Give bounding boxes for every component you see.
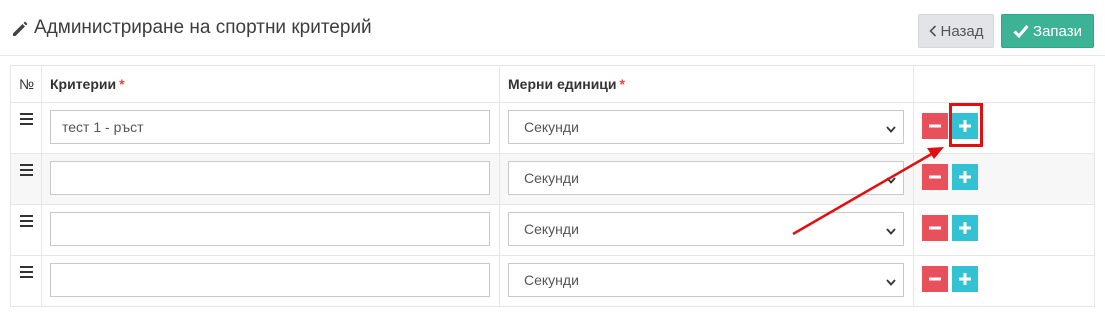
check-icon (1013, 24, 1029, 38)
unit-select[interactable]: Секунди (508, 161, 904, 195)
add-row-button[interactable] (952, 164, 978, 190)
chevron-down-icon (885, 275, 897, 287)
drag-handle-icon[interactable] (20, 215, 33, 227)
back-button-label: Назад (940, 22, 984, 40)
unit-select[interactable]: Секунди (508, 263, 904, 297)
column-header-actions (913, 65, 1095, 103)
drag-handle-icon[interactable] (20, 113, 33, 125)
annotation-highlight-box (949, 103, 983, 147)
remove-row-button[interactable] (922, 266, 948, 292)
chevron-down-icon (885, 224, 897, 236)
add-row-button[interactable] (952, 215, 978, 241)
unit-select[interactable]: Секунди (508, 212, 904, 246)
criterion-input[interactable] (50, 161, 490, 195)
column-header-criteria: Критерии * (41, 65, 500, 103)
table-row: Секунди (10, 102, 1095, 154)
criterion-input[interactable] (50, 263, 490, 297)
remove-row-button[interactable] (922, 164, 948, 190)
criteria-table: № Критерии* Мерни единици* Секунди Секун… (10, 65, 1095, 307)
chevron-left-icon (928, 25, 937, 37)
column-header-units: Мерни единици * (499, 65, 914, 103)
remove-row-button[interactable] (922, 113, 948, 139)
table-row: Секунди (10, 204, 1095, 256)
add-row-button[interactable] (952, 266, 978, 292)
table-row: Секунди (10, 255, 1095, 307)
pencil-icon (10, 18, 30, 38)
chevron-down-icon (885, 173, 897, 185)
drag-handle-icon[interactable] (20, 266, 33, 278)
table-row: Секунди (10, 153, 1095, 205)
back-button[interactable]: Назад (918, 14, 994, 48)
save-button-label: Запази (1033, 22, 1082, 40)
criterion-input[interactable] (50, 212, 490, 246)
page-title-text: Администриране на спортни критерий (34, 17, 372, 38)
required-mark: * (619, 76, 625, 92)
chevron-down-icon (885, 122, 897, 134)
save-button[interactable]: Запази (1001, 14, 1094, 48)
criterion-input[interactable] (50, 110, 490, 144)
unit-select[interactable]: Секунди (508, 110, 904, 144)
column-header-number: № (10, 65, 42, 103)
required-mark: * (119, 76, 125, 92)
page-title: Администриране на спортни критерий (10, 17, 372, 39)
remove-row-button[interactable] (922, 215, 948, 241)
drag-handle-icon[interactable] (20, 164, 33, 176)
page-header: Администриране на спортни критерий Назад… (0, 0, 1105, 56)
